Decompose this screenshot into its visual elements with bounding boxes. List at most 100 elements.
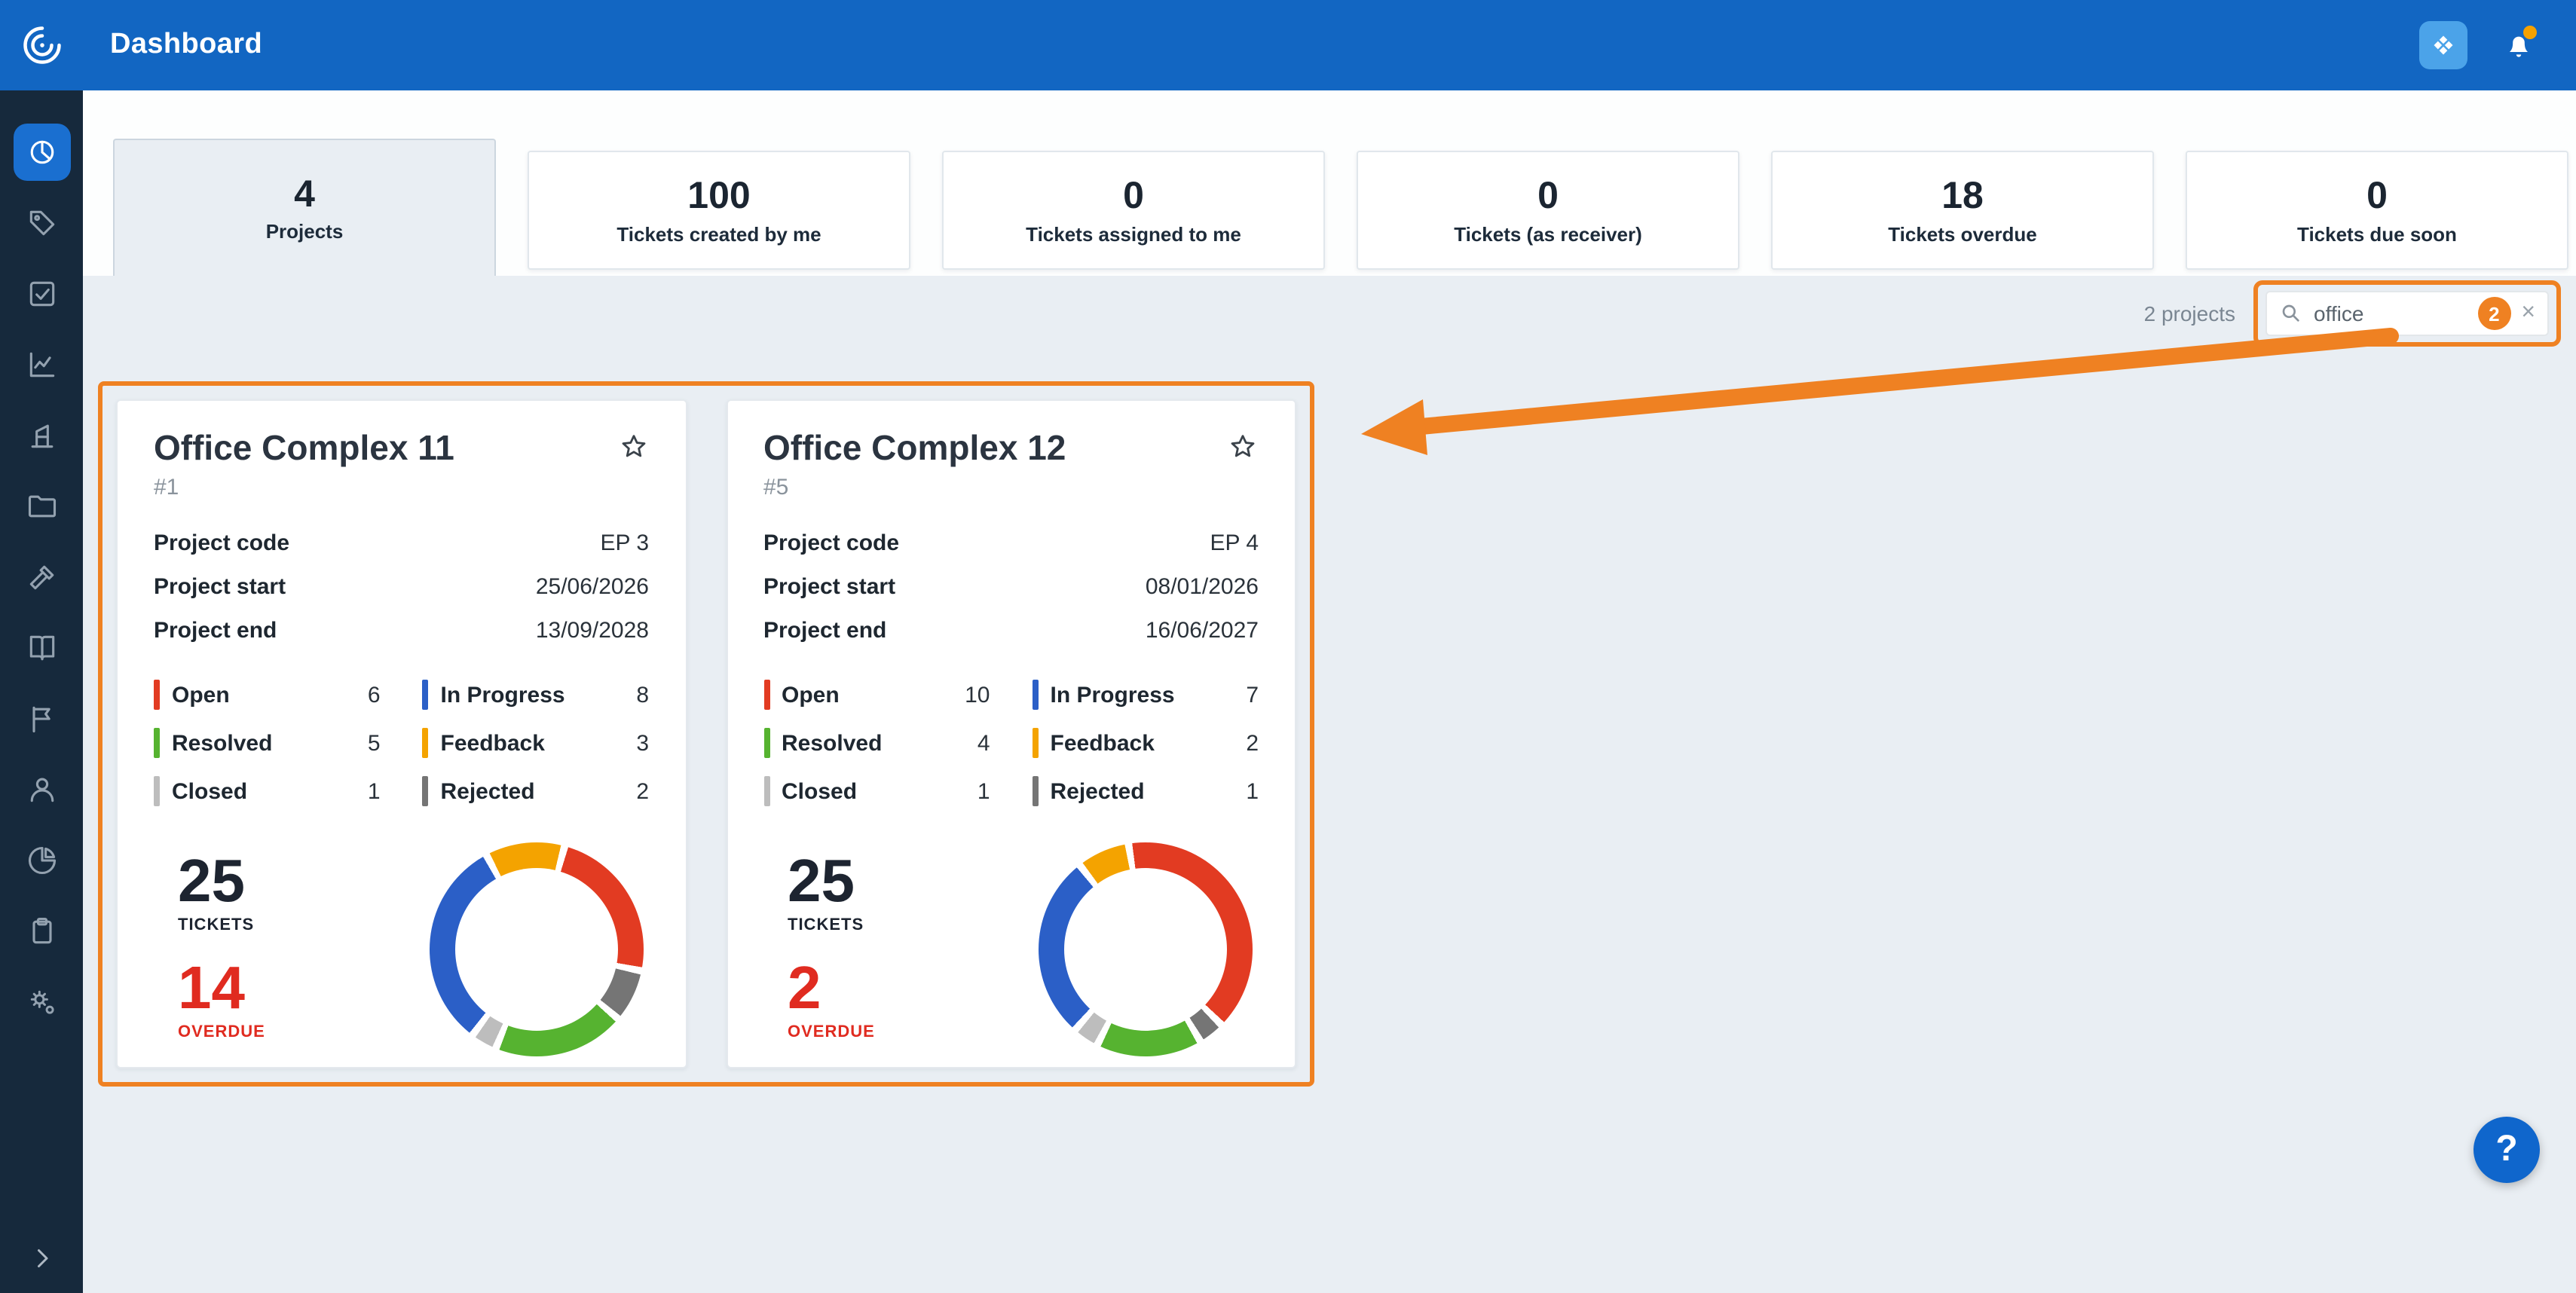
status-color-bar [423, 680, 429, 710]
stat-label: Tickets created by me [616, 223, 821, 246]
tab-tickets-due-soon[interactable]: 0 Tickets due soon [2186, 151, 2568, 270]
status-summary: Open10 In Progress7 Resolved4 Feedback2 … [763, 680, 1259, 806]
status-color-bar [763, 776, 769, 806]
stat-value: 0 [1537, 175, 1559, 219]
logo-icon [19, 23, 64, 68]
app-logo [0, 0, 83, 90]
sidebar-item-tools[interactable] [13, 549, 70, 606]
analytics-icon [25, 348, 58, 381]
sidebar-item-flags[interactable] [13, 690, 70, 747]
sidebar-item-settings[interactable] [13, 974, 70, 1031]
field-value: 08/01/2026 [1146, 574, 1259, 600]
overdue-count: 14 [178, 958, 265, 1019]
tools-icon [25, 561, 58, 594]
field-value: EP 3 [601, 530, 650, 556]
status-color-bar [154, 680, 160, 710]
donut-hole [1064, 868, 1227, 1031]
status-item: Open10 [763, 680, 990, 710]
stat-label: Tickets due soon [2297, 223, 2457, 246]
favorite-star-icon[interactable] [1227, 431, 1259, 470]
status-value: 10 [965, 682, 990, 708]
folder-icon [25, 490, 58, 523]
status-item: Feedback3 [423, 728, 650, 758]
person-icon [25, 773, 58, 806]
toolbar: 2 projects 2 × [2144, 280, 2561, 347]
status-label: Feedback [1051, 730, 1247, 756]
favorite-star-icon[interactable] [617, 431, 649, 470]
sidebar-item-contacts[interactable] [13, 761, 70, 818]
status-value: 7 [1246, 682, 1259, 708]
status-item: Rejected1 [1033, 776, 1259, 806]
gears-icon [25, 986, 58, 1019]
overdue-caption: OVERDUE [178, 1023, 265, 1041]
sidebar-item-equipment[interactable] [13, 407, 70, 464]
sidebar-item-dashboard[interactable] [13, 124, 70, 181]
tab-tickets-as-receiver[interactable]: 0 Tickets (as receiver) [1357, 151, 1739, 270]
project-card[interactable]: Office Complex 11 #1 Project code EP 3 P… [116, 399, 687, 1068]
search-result-badge: 2 [2477, 297, 2510, 330]
field-value: 13/09/2028 [536, 618, 649, 643]
sidebar-item-reports[interactable] [13, 832, 70, 889]
sidebar-item-approvals[interactable] [13, 265, 70, 322]
stat-value: 0 [1123, 175, 1144, 219]
search-box[interactable]: 2 × [2265, 291, 2549, 336]
documents-icon [25, 631, 58, 665]
tab-tickets-created-by-me[interactable]: 100 Tickets created by me [528, 151, 910, 270]
tag-icon [25, 206, 58, 240]
sidebar-item-tags[interactable] [13, 194, 70, 252]
status-label: Feedback [441, 730, 637, 756]
status-value: 1 [368, 778, 381, 804]
sidebar-item-folders[interactable] [13, 478, 70, 535]
status-color-bar [154, 728, 160, 758]
tab-tickets-overdue[interactable]: 18 Tickets overdue [1771, 151, 2154, 270]
overdue-count: 2 [788, 958, 875, 1019]
field-label: Project code [154, 530, 289, 556]
status-item: Closed1 [763, 776, 990, 806]
field-label: Project start [154, 574, 286, 600]
help-button[interactable]: ? [2474, 1117, 2540, 1183]
status-value: 1 [1246, 778, 1259, 804]
sidebar-item-documents[interactable] [13, 619, 70, 677]
equipment-icon [25, 419, 58, 452]
notifications-button[interactable] [2498, 24, 2540, 66]
project-title: Office Complex 11 [154, 428, 454, 469]
status-label: In Progress [441, 682, 637, 708]
ticket-totals: 25 TICKETS 14 OVERDUE [154, 842, 265, 1041]
clear-search-icon[interactable]: × [2521, 301, 2535, 326]
projects-annotation-highlight: Office Complex 11 #1 Project code EP 3 P… [98, 381, 1314, 1087]
status-item: Rejected2 [423, 776, 650, 806]
field-label: Project end [154, 618, 277, 643]
sidebar [0, 90, 83, 1293]
status-label: Resolved [782, 730, 977, 756]
status-label: Open [172, 682, 368, 708]
tab-projects[interactable]: 4 Projects [113, 139, 496, 276]
status-label: Open [782, 682, 965, 708]
results-count: 2 projects [2144, 301, 2235, 326]
stat-value: 4 [294, 173, 315, 216]
status-color-bar [763, 680, 769, 710]
sidebar-expand-button[interactable] [0, 1245, 83, 1272]
stat-value: 18 [1941, 175, 1984, 219]
project-card[interactable]: Office Complex 12 #5 Project code EP 4 P… [726, 399, 1296, 1068]
sidebar-item-clipboard[interactable] [13, 903, 70, 960]
stats-tabs: 4 Projects 100 Tickets created by me 0 T… [113, 139, 2568, 276]
status-label: In Progress [1051, 682, 1247, 708]
page-title: Dashboard [110, 29, 262, 62]
search-icon [2279, 301, 2303, 326]
apps-button[interactable] [2419, 21, 2467, 69]
status-item: In Progress8 [423, 680, 650, 710]
search-input[interactable] [2314, 301, 2467, 326]
stat-label: Tickets overdue [1888, 223, 2037, 246]
stat-label: Projects [266, 221, 344, 243]
project-number: #5 [763, 475, 1259, 500]
field-label: Project code [763, 530, 899, 556]
status-value: 4 [977, 730, 990, 756]
status-item: Closed1 [154, 776, 381, 806]
sidebar-item-analytics[interactable] [13, 336, 70, 393]
status-label: Rejected [1051, 778, 1247, 804]
project-number: #1 [154, 475, 649, 500]
stat-label: Tickets assigned to me [1026, 223, 1241, 246]
status-label: Closed [782, 778, 977, 804]
search-annotation-highlight: 2 × [2253, 280, 2561, 347]
tab-tickets-assigned-to-me[interactable]: 0 Tickets assigned to me [942, 151, 1325, 270]
